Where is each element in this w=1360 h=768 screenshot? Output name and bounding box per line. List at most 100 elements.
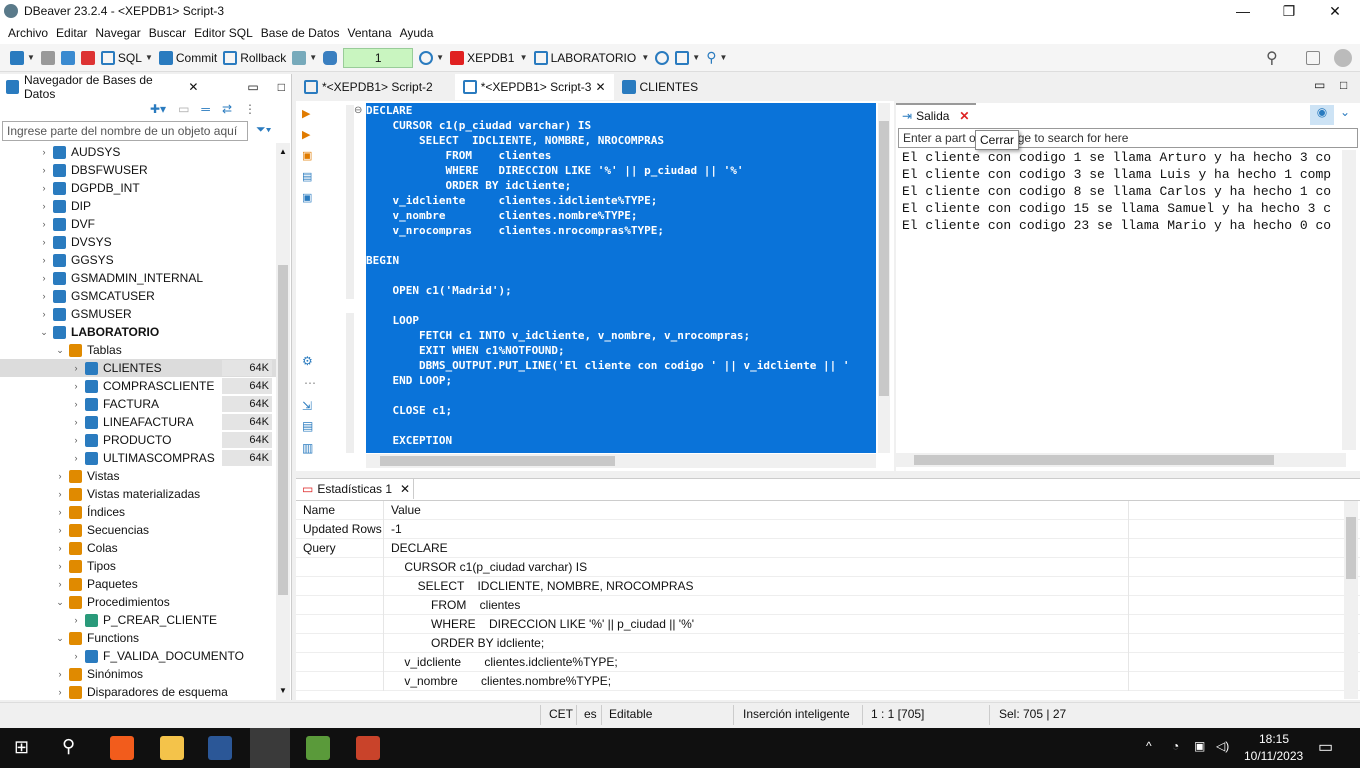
close-output-icon[interactable]: ✕ — [959, 109, 969, 123]
tree-item[interactable]: › Sinónimos — [0, 665, 276, 683]
battery-icon[interactable]: ▣ — [1194, 739, 1205, 753]
tree-item[interactable]: › DGPDB_INT — [0, 179, 276, 197]
chevron-right-icon[interactable]: › — [54, 525, 66, 535]
chevron-right-icon[interactable]: › — [70, 615, 82, 625]
tree-item[interactable]: › CLIENTES 64K — [0, 359, 276, 377]
minimize-button[interactable]: — — [1220, 0, 1266, 22]
chevron-down-icon[interactable]: ⌄ — [54, 345, 66, 356]
global-search-icon[interactable]: ⚲ — [1266, 48, 1278, 68]
tree-item[interactable]: › FACTURA 64K — [0, 395, 276, 413]
tree-item[interactable]: › Vistas materializadas — [0, 485, 276, 503]
disconnect-icon[interactable] — [40, 50, 55, 65]
menu-editar[interactable]: Editar — [52, 22, 91, 44]
chevron-down-icon[interactable]: ⌄ — [1340, 105, 1350, 119]
chevron-right-icon[interactable]: › — [38, 309, 50, 319]
save-file-icon[interactable]: ▥ — [302, 441, 313, 455]
chevron-right-icon[interactable]: › — [54, 507, 66, 517]
tab-clientes[interactable]: CLIENTES — [614, 74, 707, 100]
column-header-name[interactable]: Name — [296, 500, 384, 520]
close-tab-icon[interactable]: ✕ — [595, 80, 605, 94]
menu-archivo[interactable]: Archivo — [4, 22, 52, 44]
more-icon[interactable]: ⋯ — [304, 376, 316, 390]
dbeaver-perspective-icon[interactable] — [1334, 49, 1352, 67]
eye-icon[interactable]: ◉ — [1310, 105, 1334, 125]
stats-row[interactable]: FROM clientes — [296, 595, 1360, 615]
chevron-down-icon[interactable]: ⌄ — [54, 597, 66, 608]
tree-item[interactable]: › Disparadores de esquema — [0, 683, 276, 700]
maximize-button[interactable]: ❐ — [1266, 0, 1312, 22]
output-hscrollbar[interactable] — [896, 453, 1346, 467]
tree-item[interactable]: › COMPRASCLIENTE 64K — [0, 377, 276, 395]
tree-item[interactable]: › ULTIMASCOMPRAS 64K — [0, 449, 276, 467]
chevron-right-icon[interactable]: › — [70, 381, 82, 391]
chevron-right-icon[interactable]: › — [38, 183, 50, 193]
chevron-right-icon[interactable]: › — [70, 651, 82, 661]
tree-item[interactable]: › DIP — [0, 197, 276, 215]
output-tab[interactable]: ⇥ Salida ✕ — [896, 103, 976, 127]
maximize-panel-icon[interactable]: □ — [278, 80, 285, 94]
sql-editor[interactable]: ▶ ▶ ▣ ▤ ▣ ⚙ ⋯ ⇲ ▤ ▥ ⊖ DECLARE CURSOR c1(… — [296, 101, 894, 471]
menu-base-de-datos[interactable]: Base de Datos — [257, 22, 344, 44]
stats-row[interactable]: Query DECLARE — [296, 538, 1360, 558]
editor-vscrollbar[interactable] — [878, 103, 890, 453]
stats-row[interactable]: ORDER BY idcliente; — [296, 633, 1360, 653]
chevron-right-icon[interactable]: › — [54, 489, 66, 499]
explain-plan-icon[interactable]: ▤ — [302, 170, 316, 183]
menu-ayuda[interactable]: Ayuda — [396, 22, 438, 44]
tree-item[interactable]: › Índices — [0, 503, 276, 521]
tree-item[interactable]: › GSMUSER — [0, 305, 276, 323]
editor-hscrollbar[interactable] — [366, 454, 876, 468]
dashboard-icon[interactable] — [655, 50, 670, 65]
tree-item[interactable]: › AUDSYS — [0, 143, 276, 161]
new-folder-icon[interactable]: ▭ — [178, 102, 189, 116]
scroll-thumb[interactable] — [1346, 517, 1356, 579]
chevron-right-icon[interactable]: › — [70, 453, 82, 463]
wifi-icon[interactable]: ◔ — [1172, 739, 1179, 753]
search-icon[interactable]: ⚲ — [62, 736, 75, 757]
menu-ventana[interactable]: Ventana — [344, 22, 396, 44]
settings-gear-icon[interactable]: ⚙ — [302, 354, 313, 368]
load-file-icon[interactable]: ▤ — [302, 419, 313, 433]
tree-item[interactable]: › GSMADMIN_INTERNAL — [0, 269, 276, 287]
collapse-all-icon[interactable]: ═ — [201, 102, 210, 116]
statistics-tab[interactable]: ▭ Estadísticas 1 ✕ — [296, 479, 414, 499]
column-header-value[interactable]: Value — [384, 500, 1129, 520]
tab-script-3[interactable]: *<XEPDB1> Script-3 ✕ — [454, 74, 614, 100]
more-icon[interactable]: ⋮ — [244, 102, 256, 116]
console-icon[interactable]: ▣ — [302, 191, 316, 204]
chevron-right-icon[interactable]: › — [38, 291, 50, 301]
word-icon[interactable] — [208, 736, 232, 760]
tree-item[interactable]: › P_CREAR_CLIENTE — [0, 611, 276, 629]
chevron-right-icon[interactable]: › — [70, 435, 82, 445]
chevron-up-icon[interactable]: ^ — [1146, 739, 1152, 753]
search-button[interactable]: ⚲ ▼ — [706, 49, 727, 66]
stats-row[interactable]: WHERE DIRECCION LIKE '%' || p_ciudad || … — [296, 614, 1360, 634]
tree-item[interactable]: › Tipos — [0, 557, 276, 575]
tree-item[interactable]: ⌄ Functions — [0, 629, 276, 647]
tree-item[interactable]: ⌄ Tablas — [0, 341, 276, 359]
close-window-button[interactable]: ✕ — [1312, 0, 1358, 22]
tree-item[interactable]: › GSMCATUSER — [0, 287, 276, 305]
maximize-editor-icon[interactable]: □ — [1340, 78, 1347, 92]
pending-transactions-counter[interactable]: 1 — [343, 47, 414, 68]
navigator-scrollbar[interactable]: ▲ ▼ — [276, 143, 290, 700]
navigator-filter-input[interactable]: Ingrese parte del nombre de un objeto aq… — [2, 121, 248, 141]
rollback-button[interactable]: Rollback — [223, 50, 286, 65]
chevron-down-icon[interactable]: ⌄ — [54, 633, 66, 644]
clock-time[interactable]: 18:15 — [1259, 732, 1289, 746]
sql-editor-button[interactable]: SQL ▼ — [100, 50, 153, 65]
scroll-thumb[interactable] — [914, 455, 1274, 465]
execute-script-new-tab-icon[interactable]: ▣ — [302, 149, 316, 162]
clock-date[interactable]: 10/11/2023 — [1244, 749, 1303, 763]
windows-start-icon[interactable]: ⊞ — [14, 737, 29, 758]
notifications-icon[interactable]: ▭ — [1318, 737, 1333, 757]
transaction-mode-button[interactable]: ▼ — [292, 50, 317, 65]
dbeaver-taskbar-icon[interactable] — [250, 728, 290, 768]
file-explorer-icon[interactable] — [160, 736, 184, 760]
close-icon[interactable]: ✕ — [188, 80, 198, 94]
chevron-right-icon[interactable]: › — [38, 237, 50, 247]
menu-editor-sql[interactable]: Editor SQL — [190, 22, 257, 44]
new-connection-icon[interactable]: ✚▾ — [150, 102, 166, 116]
scroll-down-icon[interactable]: ▼ — [279, 686, 287, 695]
output-search-input[interactable]: Enter a part of message to search for he… — [898, 128, 1358, 148]
